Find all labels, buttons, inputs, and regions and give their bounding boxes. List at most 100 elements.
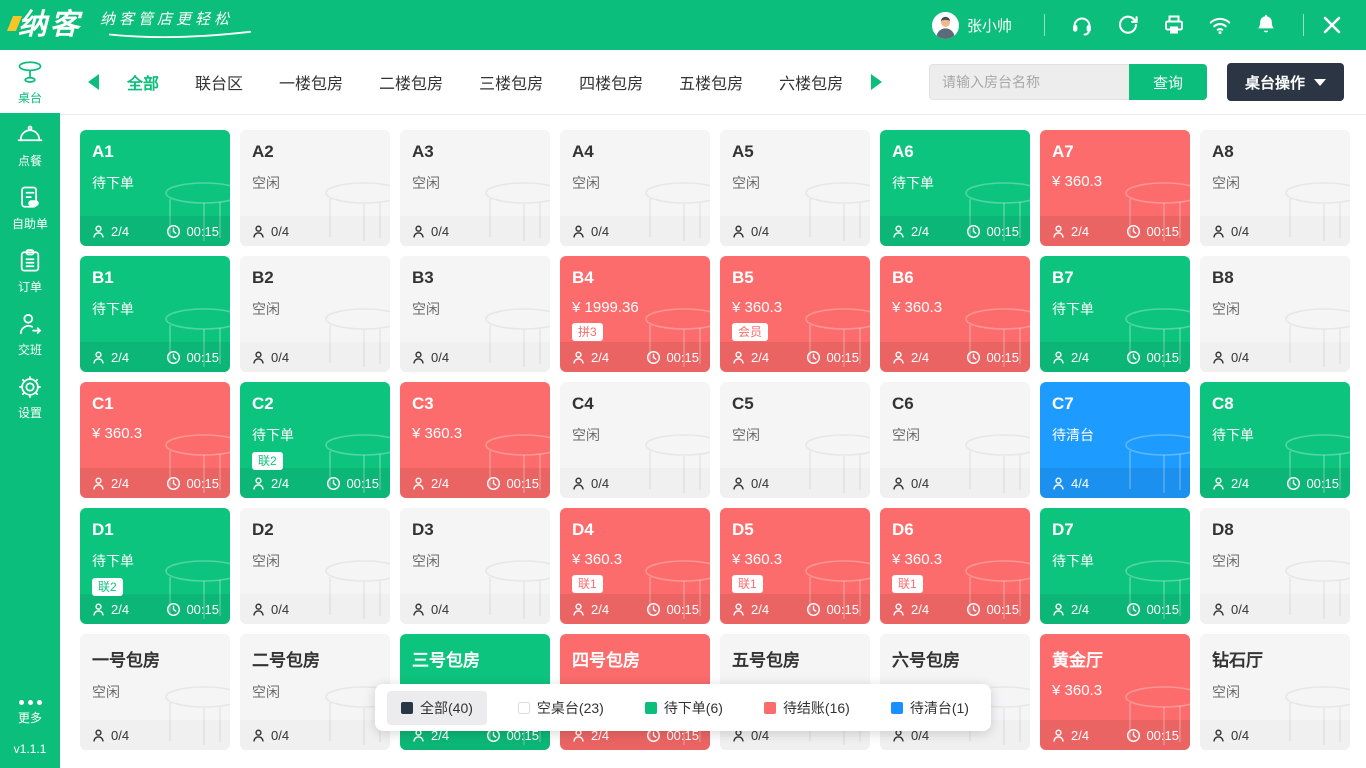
tabs-scroll-right-icon[interactable] [871, 74, 882, 90]
bell-icon[interactable] [1254, 13, 1278, 37]
table-card-C3[interactable]: C3¥ 360.32/400:15 [400, 382, 550, 498]
table-card-C4[interactable]: C4空闲0/4 [560, 382, 710, 498]
tab-5[interactable]: 三楼包房 [479, 70, 543, 94]
occupancy: 0/4 [411, 350, 449, 365]
table-badge: 会员 [732, 323, 768, 341]
table-card-C8[interactable]: C8待下单2/400:15 [1200, 382, 1350, 498]
headset-icon[interactable] [1070, 13, 1094, 37]
occupancy: 0/4 [891, 476, 929, 491]
table-card-黄金厅[interactable]: 黄金厅¥ 360.32/400:15 [1040, 634, 1190, 750]
table-card-A4[interactable]: A4空闲0/4 [560, 130, 710, 246]
tab-7[interactable]: 五楼包房 [679, 70, 743, 94]
timer-value: 00:15 [186, 224, 219, 239]
table-search-input[interactable] [929, 64, 1129, 100]
sidebar-item-order-food[interactable]: 点餐 [0, 113, 60, 176]
table-card-钻石厅[interactable]: 钻石厅空闲0/4 [1200, 634, 1350, 750]
table-card-D2[interactable]: D2空闲0/4 [240, 508, 390, 624]
occupancy: 0/4 [1211, 224, 1249, 239]
legend-label: 待结账(16) [783, 698, 850, 718]
table-card-A2[interactable]: A2空闲0/4 [240, 130, 390, 246]
legend-filter-5[interactable]: 待清台(1) [881, 691, 979, 725]
timer: 00:15 [486, 476, 539, 491]
person-icon [251, 602, 266, 617]
tab-3[interactable]: 一楼包房 [279, 70, 343, 94]
table-card-B6[interactable]: B6¥ 360.32/400:15 [880, 256, 1030, 372]
sidebar-item-settings[interactable]: 设置 [0, 365, 60, 428]
timer: 00:15 [1126, 728, 1179, 743]
table-card-C7[interactable]: C7待清台4/4 [1040, 382, 1190, 498]
person-icon [891, 476, 906, 491]
table-card-D1[interactable]: D1待下单联22/400:15 [80, 508, 230, 624]
table-card-footer: 2/400:15 [80, 342, 230, 372]
occupancy-value: 2/4 [111, 602, 129, 617]
occupancy: 2/4 [1051, 728, 1089, 743]
table-card-A8[interactable]: A8空闲0/4 [1200, 130, 1350, 246]
table-card-A5[interactable]: A5空闲0/4 [720, 130, 870, 246]
table-card-B8[interactable]: B8空闲0/4 [1200, 256, 1350, 372]
tab-2[interactable]: 联台区 [195, 70, 243, 94]
tab-8[interactable]: 六楼包房 [779, 70, 843, 94]
table-card-B5[interactable]: B5¥ 360.3会员2/400:15 [720, 256, 870, 372]
table-card-C2[interactable]: C2待下单联22/400:15 [240, 382, 390, 498]
sidebar-item-self-order[interactable]: 自助单 [0, 176, 60, 239]
table-card-C6[interactable]: C6空闲0/4 [880, 382, 1030, 498]
search-button[interactable]: 查询 [1129, 64, 1207, 100]
table-card-D7[interactable]: D7待下单2/400:15 [1040, 508, 1190, 624]
table-card-A7[interactable]: A7¥ 360.32/400:15 [1040, 130, 1190, 246]
tabs-scroll-left-icon[interactable] [88, 74, 99, 90]
table-operations-button[interactable]: 桌台操作 [1227, 63, 1344, 101]
table-name: A2 [252, 142, 378, 162]
sidebar-item-orders[interactable]: 订单 [0, 239, 60, 302]
table-card-D3[interactable]: D3空闲0/4 [400, 508, 550, 624]
sidebar-item-tables[interactable]: 桌台 [0, 50, 60, 113]
timer: 00:15 [1126, 602, 1179, 617]
legend-filter-2[interactable]: 空桌台(23) [508, 691, 614, 725]
close-icon[interactable] [1320, 13, 1344, 37]
user-account[interactable]: 张小帅 [932, 12, 1012, 39]
table-card-A3[interactable]: A3空闲0/4 [400, 130, 550, 246]
table-card-footer: 0/4 [80, 720, 230, 750]
table-card-B2[interactable]: B2空闲0/4 [240, 256, 390, 372]
sidebar-item-shift[interactable]: 交班 [0, 302, 60, 365]
table-card-A6[interactable]: A6待下单2/400:15 [880, 130, 1030, 246]
table-name: B3 [412, 268, 538, 288]
table-card-C5[interactable]: C5空闲0/4 [720, 382, 870, 498]
sidebar-more-button[interactable]: 更多 [0, 690, 60, 736]
table-card-一号包房[interactable]: 一号包房空闲0/4 [80, 634, 230, 750]
wifi-icon[interactable] [1208, 13, 1232, 37]
legend-filter-3[interactable]: 待下单(6) [635, 691, 733, 725]
logo-slogan-wrap: 纳客管店更轻松 [100, 8, 260, 39]
table-card-D8[interactable]: D8空闲0/4 [1200, 508, 1350, 624]
table-badge: 联1 [572, 575, 603, 593]
legend-swatch [891, 702, 903, 714]
table-card-D4[interactable]: D4¥ 360.3联12/400:15 [560, 508, 710, 624]
table-card-B7[interactable]: B7待下单2/400:15 [1040, 256, 1190, 372]
table-card-B4[interactable]: B4¥ 1999.36拼32/400:15 [560, 256, 710, 372]
table-card-C1[interactable]: C1¥ 360.32/400:15 [80, 382, 230, 498]
table-card-D6[interactable]: D6¥ 360.3联12/400:15 [880, 508, 1030, 624]
table-card-二号包房[interactable]: 二号包房空闲0/4 [240, 634, 390, 750]
sync-icon[interactable] [1116, 13, 1140, 37]
table-name: 五号包房 [732, 646, 858, 671]
legend-filter-1[interactable]: 全部(40) [387, 691, 487, 725]
table-card-B1[interactable]: B1待下单2/400:15 [80, 256, 230, 372]
printer-icon[interactable] [1162, 13, 1186, 37]
tab-1[interactable]: 全部 [127, 70, 159, 94]
table-name: B2 [252, 268, 378, 288]
person-icon [251, 350, 266, 365]
occupancy: 4/4 [1051, 476, 1089, 491]
clock-icon [966, 224, 981, 239]
occupancy: 2/4 [251, 476, 289, 491]
tab-4[interactable]: 二楼包房 [379, 70, 443, 94]
tab-6[interactable]: 四楼包房 [579, 70, 643, 94]
table-card-B3[interactable]: B3空闲0/4 [400, 256, 550, 372]
table-card-D5[interactable]: D5¥ 360.3联12/400:15 [720, 508, 870, 624]
table-card-A1[interactable]: A1待下单2/400:15 [80, 130, 230, 246]
legend-filter-4[interactable]: 待结账(16) [754, 691, 860, 725]
table-name: D7 [1052, 520, 1178, 540]
person-icon [411, 350, 426, 365]
clock-icon [646, 350, 661, 365]
timer: 00:15 [1126, 350, 1179, 365]
table-name: D6 [892, 520, 1018, 540]
person-icon [1051, 602, 1066, 617]
